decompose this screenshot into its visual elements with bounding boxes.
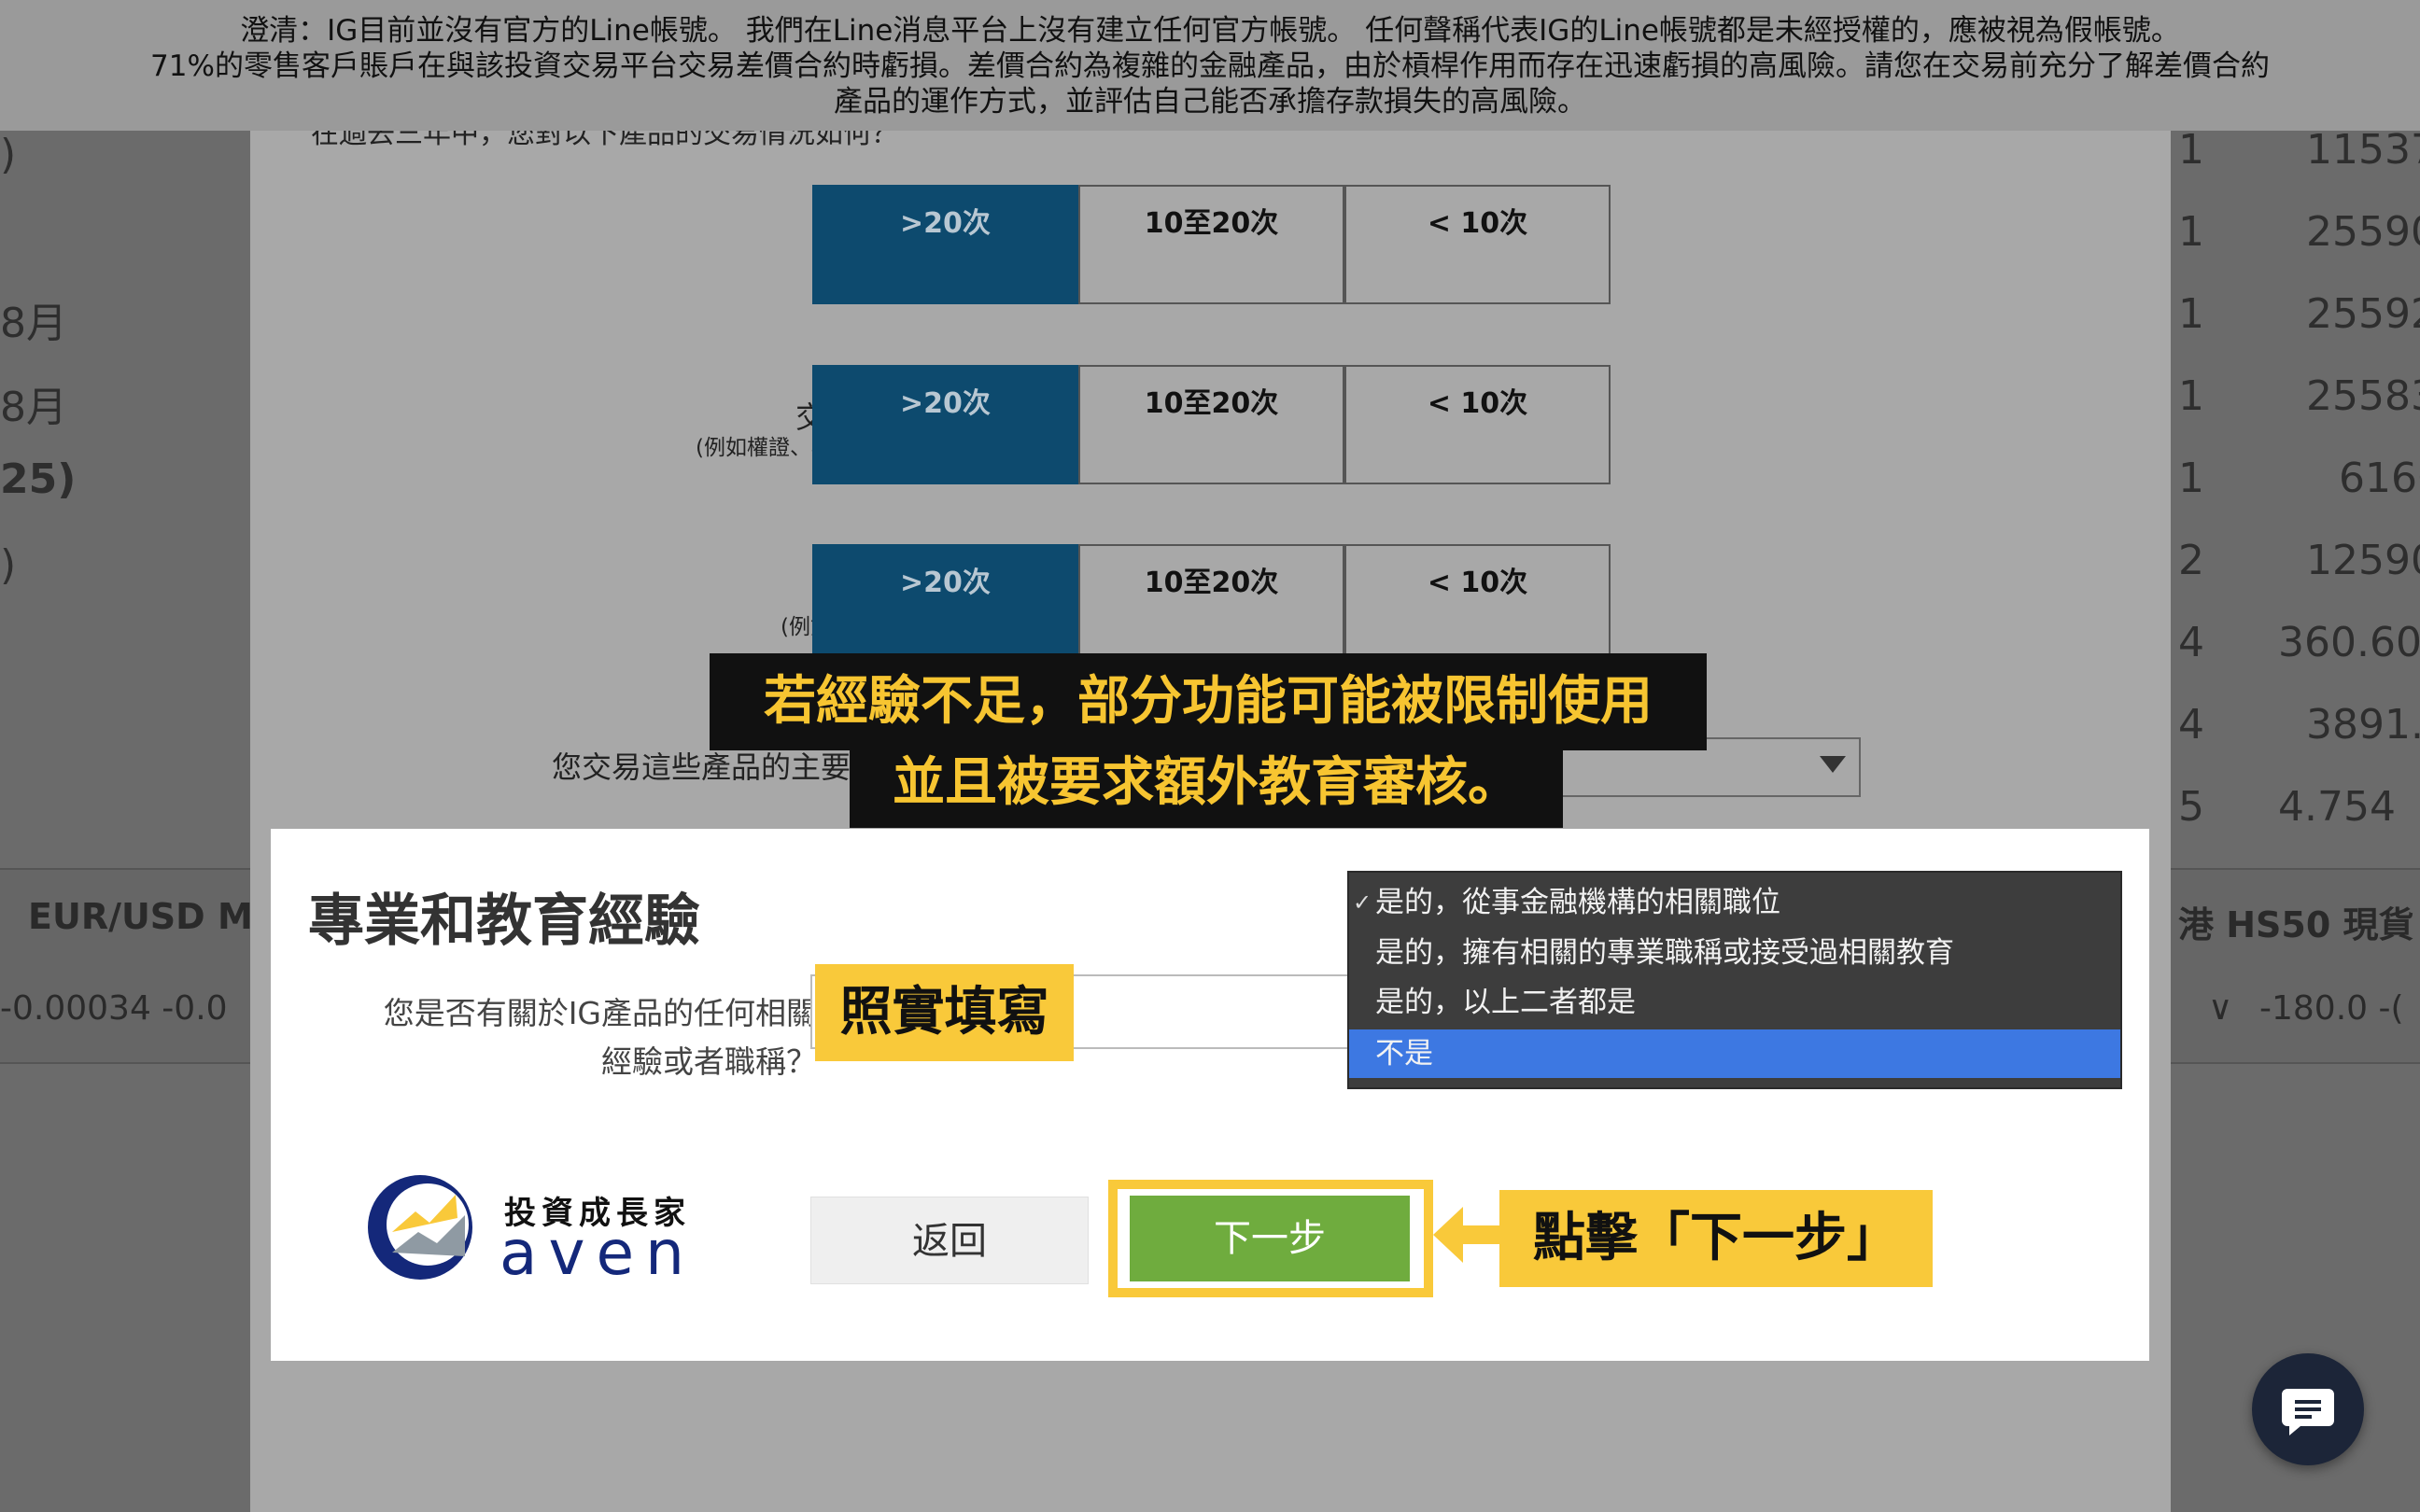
card-title: 專業和教育經驗 bbox=[308, 889, 700, 954]
click-next-tag: 點擊「下一步」 bbox=[1499, 1190, 1933, 1287]
check-icon: ✓ bbox=[1353, 889, 1372, 916]
experience-question: 您是否有關於IG產品的任何相關 經驗或者職稱？ bbox=[308, 989, 817, 1086]
background-table-right: 1 11537 1 25590 1 25592 1 25583 1 6160 2… bbox=[2171, 0, 2420, 1512]
bg-market-value: -0.00034 -0.0 bbox=[0, 989, 228, 1028]
bg-right-value: 3891. bbox=[2306, 701, 2420, 749]
logo-english-name: aven bbox=[499, 1217, 696, 1289]
bg-right-count: 1 bbox=[2178, 126, 2204, 174]
chevron-down-icon[interactable]: ∨ bbox=[2208, 989, 2232, 1028]
bg-right-count: 1 bbox=[2178, 208, 2204, 256]
bg-right-count: 5 bbox=[2178, 783, 2204, 831]
bg-right-value: 11537 bbox=[2306, 126, 2420, 174]
option-under-10[interactable]: < 10次 bbox=[1344, 365, 1611, 484]
option-10-to-20[interactable]: 10至20次 bbox=[1078, 544, 1344, 664]
disclaimer-line: 產品的運作方式，並評估自己能否承擔存款損失的高風險。 bbox=[834, 85, 1586, 119]
option-under-10[interactable]: < 10次 bbox=[1344, 185, 1611, 304]
dropdown-option-label: 是的，擁有相關的專業職稱或接受過相關教育 bbox=[1375, 936, 1954, 970]
bg-right-value: 6160 bbox=[2339, 455, 2420, 502]
option-over-20[interactable]: >20次 bbox=[812, 365, 1078, 484]
option-10-to-20[interactable]: 10至20次 bbox=[1078, 365, 1344, 484]
experience-question-line: 您是否有關於IG產品的任何相關 bbox=[383, 995, 817, 1031]
dropdown-option-professional-title[interactable]: 是的，擁有相關的專業職稱或接受過相關教育 bbox=[1349, 929, 2120, 977]
option-over-20[interactable]: >20次 bbox=[812, 185, 1078, 304]
back-button[interactable]: 返回 bbox=[810, 1197, 1089, 1284]
bg-right-value: 25590 bbox=[2306, 208, 2420, 256]
bg-right-count: 4 bbox=[2178, 619, 2204, 666]
bg-market-title: EUR/USD Mi bbox=[28, 896, 250, 937]
bg-right-value: 360.60 bbox=[2278, 619, 2420, 666]
dropdown-arrow-icon bbox=[1820, 756, 1846, 773]
option-10-to-20[interactable]: 10至20次 bbox=[1078, 185, 1344, 304]
dropdown-option-label: 是的，以上二者都是 bbox=[1375, 986, 1636, 1019]
risk-disclaimer-banner: 澄清：IG目前並沒有官方的Line帳號。 我們在Line消息平台上沒有建立任何官… bbox=[0, 0, 2420, 131]
bg-right-count: 2 bbox=[2178, 537, 2204, 584]
dropdown-option-label: 是的，從事金融機構的相關職位 bbox=[1375, 886, 1780, 919]
bg-left-cell: ) bbox=[0, 131, 17, 178]
bg-right-count: 1 bbox=[2178, 290, 2204, 338]
experience-question-line: 經驗或者職稱？ bbox=[601, 1043, 817, 1080]
bg-right-count: 4 bbox=[2178, 701, 2204, 749]
bg-left-cell: 8月 bbox=[0, 300, 67, 347]
chat-button[interactable] bbox=[2252, 1353, 2364, 1465]
bg-left-cell: ) bbox=[0, 541, 17, 589]
background-table-left: ) 8月 8月 25) ) EUR/USD Mi -0.00034 -0.0 bbox=[0, 0, 250, 1512]
bg-right-count: 1 bbox=[2178, 372, 2204, 420]
fill-truthfully-tag: 照實填寫 bbox=[815, 964, 1074, 1061]
bg-right-count: 1 bbox=[2178, 455, 2204, 502]
dropdown-option-both[interactable]: 是的，以上二者都是 bbox=[1349, 978, 2120, 1027]
dropdown-option-label: 不是 bbox=[1375, 1037, 1433, 1071]
option-over-20[interactable]: >20次 bbox=[812, 544, 1078, 664]
dropdown-option-no[interactable]: 不是 bbox=[1349, 1029, 2120, 1078]
caption-line-1: 若經驗不足，部分功能可能被限制使用 bbox=[710, 653, 1707, 750]
next-button[interactable]: 下一步 bbox=[1130, 1196, 1410, 1281]
bg-left-cell: 25) bbox=[0, 455, 77, 503]
bg-right-value: 4.754 bbox=[2278, 783, 2396, 831]
caption-line-2: 並且被要求額外教育審核。 bbox=[850, 742, 1563, 828]
bg-left-cell: 8月 bbox=[0, 384, 67, 431]
bg-right-value: 25583 bbox=[2306, 372, 2420, 420]
bg-right-value: 12590 bbox=[2306, 537, 2420, 584]
chat-icon bbox=[2282, 1389, 2334, 1435]
dropdown-option-finance-position[interactable]: ✓ 是的，從事金融機構的相關職位 bbox=[1349, 878, 2120, 927]
disclaimer-line: 71%的零售客戶賬戶在與該投資交易平台交易差價合約時虧損。差價合約為複雜的金融產… bbox=[150, 49, 2270, 83]
bg-market-title: 港 HS50 現貨 ( bbox=[2178, 904, 2420, 945]
disclaimer-line: 澄清：IG目前並沒有官方的Line帳號。 我們在Line消息平台上沒有建立任何官… bbox=[240, 14, 2180, 48]
experience-dropdown-list[interactable]: ✓ 是的，從事金融機構的相關職位 是的，擁有相關的專業職稱或接受過相關教育 是的… bbox=[1347, 871, 2122, 1089]
bg-right-value: 25592 bbox=[2306, 290, 2420, 338]
option-under-10[interactable]: < 10次 bbox=[1344, 544, 1611, 664]
bg-market-value: -180.0 -( bbox=[2259, 989, 2404, 1028]
